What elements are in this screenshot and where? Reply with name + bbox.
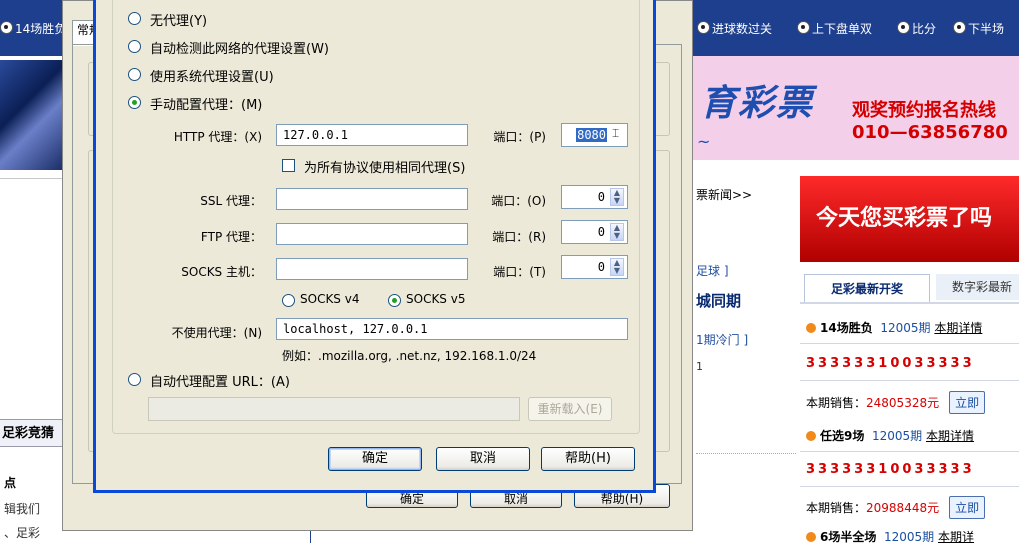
radio-auto-config-url[interactable] [128, 373, 141, 386]
divider [800, 380, 1019, 381]
nav-link-score[interactable]: 比分 [897, 20, 936, 37]
ftp-proxy-label: FTP 代理： [200, 230, 262, 244]
nav-link-second-half[interactable]: 下半场 [953, 20, 1004, 37]
radio-manual-proxy[interactable] [128, 96, 141, 109]
promo-red-text: 今天您买彩票了吗 [816, 206, 993, 231]
ftp-port-label: 端口：(R) [492, 230, 546, 244]
no-proxy-label: 无代理(Y) [150, 14, 208, 29]
radio-no-proxy[interactable] [128, 12, 141, 25]
ftp-proxy-input[interactable] [276, 223, 468, 245]
news-category-tag[interactable]: 足球 ] [696, 262, 729, 279]
radio-system-proxy[interactable] [128, 68, 141, 81]
section-heading: 足彩竞猜 [0, 419, 62, 447]
lottery-item: 14场胜负 12005期 本期详情 [806, 319, 982, 336]
tab-digital-lottery[interactable]: 数字彩最新 [936, 274, 1019, 300]
lottery-item: 6场半全场 12005期 本期详 [806, 528, 974, 545]
lottery-news-more-link[interactable]: 票新闻>> [696, 186, 752, 203]
spinner-arrows-icon[interactable]: ▲ ▼ [610, 188, 624, 206]
soccer-ball-icon [697, 21, 710, 34]
banner-title: 育彩票 [700, 82, 815, 124]
ssl-proxy-input[interactable] [276, 188, 468, 210]
reload-button[interactable]: 重新载入(E) [528, 397, 612, 421]
news-category-tag[interactable]: 1期冷门 ] [696, 331, 748, 348]
socks-host-input[interactable] [276, 258, 468, 280]
news-text: 1 [696, 360, 703, 373]
divider [696, 453, 796, 454]
spinner-arrows-icon[interactable]: ▲ ▼ [610, 223, 624, 241]
http-proxy-input[interactable]: 127.0.0.1 [276, 124, 468, 146]
ok-button[interactable]: 确定 [328, 447, 422, 471]
news-photo[interactable] [0, 60, 62, 170]
socks-host-label: SOCKS 主机： [181, 265, 262, 279]
detail-link[interactable]: 本期详 [938, 530, 974, 544]
http-proxy-label: HTTP 代理：(X) [173, 130, 262, 144]
banner-promo: 观奖预约报名热线 [852, 100, 996, 121]
soccer-ball-icon [897, 21, 910, 34]
nav-link-goals-parlay[interactable]: 进球数过关 [697, 20, 772, 37]
bullet-icon [806, 323, 816, 333]
buy-now-button[interactable]: 立即 [949, 391, 986, 414]
bullet-icon [806, 431, 816, 441]
auto-config-url-input[interactable] [148, 397, 520, 421]
sales-row: 本期销售：24805328元 立即 [806, 391, 986, 414]
share-proxy-checkbox[interactable] [282, 159, 295, 172]
banner-phone: 010—63856780 [852, 122, 1008, 143]
banner-decoration: ~ [697, 132, 711, 151]
sales-row: 本期销售：20988448元 立即 [806, 496, 986, 519]
bullet-icon [806, 532, 816, 542]
http-port-label: 端口：(P) [493, 130, 546, 144]
soccer-ball-icon [953, 21, 966, 34]
soccer-ball-icon [797, 21, 810, 34]
socks-v5-label: SOCKS v5 [406, 292, 466, 306]
radio-socks-v5[interactable] [388, 294, 401, 307]
divider [800, 451, 1019, 452]
buy-now-button[interactable]: 立即 [949, 496, 986, 519]
no-proxy-for-label: 不使用代理：(N) [171, 326, 262, 340]
radio-auto-detect[interactable] [128, 40, 141, 53]
divider [0, 178, 62, 179]
help-button[interactable]: 帮助(H) [541, 447, 635, 471]
news-headline[interactable]: 城同期 [696, 290, 741, 311]
tab-soccer-lottery[interactable]: 足彩最新开奖 [804, 274, 930, 302]
socks-v4-label: SOCKS v4 [300, 292, 360, 306]
lottery-item: 任选9场 12005期 本期详情 [806, 427, 974, 444]
soccer-ball-icon [0, 21, 13, 34]
nav-link-over-under[interactable]: 上下盘单双 [797, 20, 872, 37]
share-proxy-label: 为所有协议使用相同代理(S) [304, 161, 466, 176]
divider [800, 486, 1019, 487]
no-proxy-for-input[interactable]: localhost, 127.0.0.1 [276, 318, 628, 340]
winning-numbers: 33333310033333 [806, 356, 975, 371]
cancel-button[interactable]: 取消 [436, 447, 530, 471]
auto-config-url-label: 自动代理配置 URL：(A) [150, 375, 290, 390]
left-column-text: 辑我们 [4, 502, 41, 516]
detail-link[interactable]: 本期详情 [934, 321, 982, 335]
section-subheading: 点 [4, 476, 17, 490]
detail-link[interactable]: 本期详情 [926, 429, 974, 443]
ssl-proxy-label: SSL 代理： [200, 194, 262, 208]
nav-link-14-match[interactable]: 14场胜负 [0, 20, 66, 37]
left-column-text: 、足彩 [4, 526, 41, 540]
divider [800, 343, 1019, 344]
auto-detect-label: 自动检测此网络的代理设置(W) [150, 42, 329, 57]
system-proxy-label: 使用系统代理设置(U) [150, 70, 274, 85]
socks-port-label: 端口：(T) [493, 265, 546, 279]
winning-numbers: 33333310033333 [806, 462, 975, 477]
text-cursor-icon: ⌶ [612, 126, 620, 140]
radio-socks-v4[interactable] [282, 294, 295, 307]
manual-proxy-label: 手动配置代理：(M) [150, 98, 263, 113]
no-proxy-example: 例如：.mozilla.org, .net.nz, 192.168.1.0/24 [282, 349, 537, 363]
ssl-port-label: 端口：(O) [491, 194, 546, 208]
spinner-arrows-icon[interactable]: ▲ ▼ [610, 258, 624, 276]
